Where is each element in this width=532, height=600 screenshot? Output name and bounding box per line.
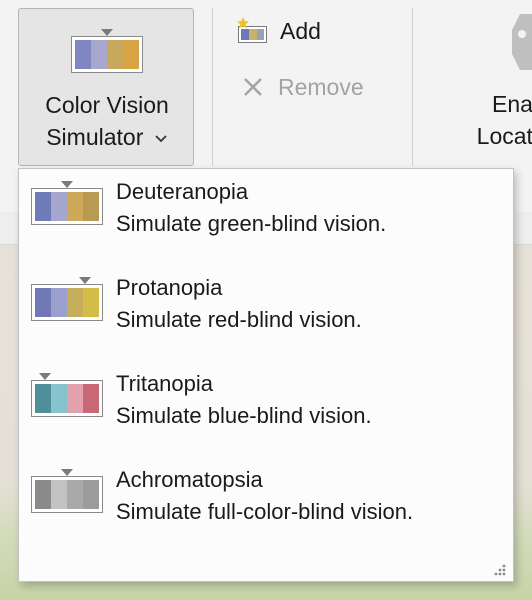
tritanopia-palette-icon [31, 373, 103, 417]
menu-item-tritanopia[interactable]: Tritanopia Simulate blue-blind vision. [19, 363, 513, 457]
color-vision-simulator-button[interactable]: Color Vision Simulator [18, 8, 194, 166]
menu-item-description: Simulate green-blind vision. [116, 211, 387, 236]
menu-item-deuteranopia[interactable]: Deuteranopia Simulate green-blind vision… [19, 171, 513, 265]
color-vision-label-line2-row: Simulator [19, 121, 195, 153]
menu-item-description: Simulate red-blind vision. [116, 307, 362, 332]
menu-item-description: Simulate blue-blind vision. [116, 403, 372, 428]
color-vision-simulator-label: Color Vision Simulator [19, 89, 195, 153]
menu-item-title: Achromatopsia [116, 467, 263, 492]
add-layer-icon [237, 17, 267, 43]
chevron-down-icon [155, 135, 167, 143]
add-button[interactable]: Add [236, 12, 321, 50]
remove-button[interactable]: Remove [236, 68, 364, 106]
color-vision-label-line2: Simulator [46, 124, 144, 150]
menu-item-title: Tritanopia [116, 371, 214, 396]
enable-locator-line1: Ena [492, 91, 532, 117]
protanopia-palette-icon [31, 277, 103, 321]
menu-item-description: Simulate full-color-blind vision. [116, 499, 414, 524]
ribbon-separator [412, 8, 413, 166]
enable-locator-button[interactable]: Ena Locat [464, 88, 532, 152]
menu-item-achromatopsia[interactable]: Achromatopsia Simulate full-color-blind … [19, 459, 513, 553]
deuteranopia-palette-icon [31, 181, 103, 225]
add-label: Add [280, 17, 321, 44]
enable-locator-line2: Locat [476, 123, 532, 149]
color-vision-label-line1: Color Vision [45, 92, 169, 118]
ribbon-separator [212, 8, 213, 166]
remove-x-icon [244, 78, 262, 96]
achromatopsia-palette-icon [31, 469, 103, 513]
color-palette-icon [71, 29, 143, 73]
tag-icon [512, 14, 532, 70]
menu-item-title: Deuteranopia [116, 179, 249, 204]
menu-item-protanopia[interactable]: Protanopia Simulate red-blind vision. [19, 267, 513, 361]
remove-label: Remove [278, 73, 364, 100]
resize-grip-icon[interactable] [493, 563, 507, 577]
color-vision-menu: Deuteranopia Simulate green-blind vision… [18, 168, 514, 582]
menu-item-title: Protanopia [116, 275, 223, 300]
